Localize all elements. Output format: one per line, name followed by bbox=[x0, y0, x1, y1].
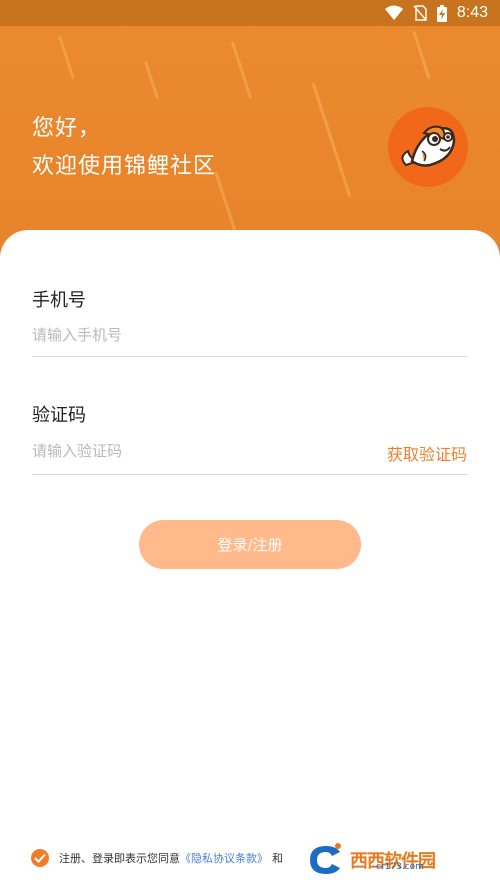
decor-streak bbox=[230, 41, 253, 99]
privacy-link[interactable]: 《隐私协议条款》 bbox=[180, 850, 268, 866]
decor-streak bbox=[311, 82, 352, 198]
agreement-text: 注册、登录即表示您同意 bbox=[59, 852, 180, 865]
watermark-logo-icon bbox=[310, 843, 341, 874]
watermark: 西西软件园 cr173.com bbox=[304, 842, 436, 878]
wifi-icon bbox=[384, 5, 403, 20]
agreement-and-text: 和 bbox=[272, 852, 283, 865]
decor-streak bbox=[412, 30, 431, 80]
code-label: 验证码 bbox=[32, 405, 86, 426]
no-sim-icon bbox=[413, 5, 427, 21]
code-input[interactable] bbox=[32, 436, 362, 466]
get-code-button[interactable]: 获取验证码 bbox=[387, 441, 467, 465]
header: 8:43 您好， 欢迎使用锦鲤社区 bbox=[0, 0, 500, 260]
koi-fish-icon bbox=[401, 125, 456, 167]
app-logo bbox=[388, 107, 468, 187]
decor-streak bbox=[58, 35, 75, 80]
phone-divider bbox=[32, 356, 468, 357]
battery-charging-icon bbox=[436, 4, 447, 22]
status-time: 8:43 bbox=[456, 4, 488, 21]
greeting-line-2: 欢迎使用锦鲤社区 bbox=[32, 154, 217, 179]
greeting: 您好， 欢迎使用锦鲤社区 bbox=[32, 110, 216, 186]
status-bar: 8:43 bbox=[0, 0, 500, 26]
agreement-row: 注册、登录即表示您同意 《隐私协议条款》 和 bbox=[31, 848, 283, 868]
checkmark-icon bbox=[34, 853, 46, 863]
decor-streak bbox=[143, 60, 160, 100]
phone-label: 手机号 bbox=[32, 290, 86, 311]
decor-streak bbox=[214, 171, 239, 239]
agreement-checkbox[interactable] bbox=[31, 849, 49, 867]
phone-input[interactable] bbox=[32, 320, 468, 350]
login-register-button[interactable]: 登录/注册 bbox=[139, 520, 361, 569]
greeting-line-1: 您好， bbox=[32, 116, 102, 141]
watermark-url: cr173.com bbox=[376, 862, 424, 872]
code-divider bbox=[32, 474, 468, 475]
